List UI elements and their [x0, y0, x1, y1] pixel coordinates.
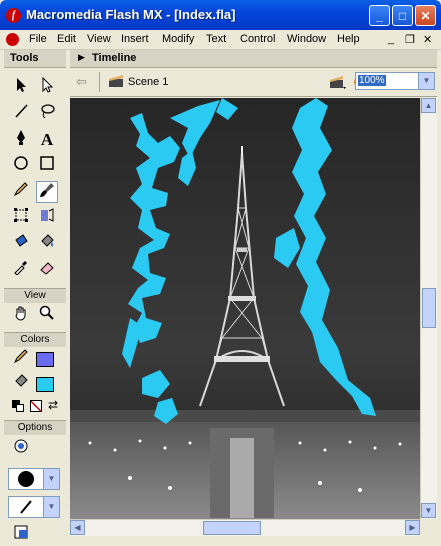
edit-scene-icon[interactable] — [330, 75, 346, 89]
menu-insert[interactable]: Insert — [121, 33, 149, 45]
no-color-icon[interactable] — [30, 400, 42, 412]
fill-color-bucket-icon — [10, 373, 32, 395]
doc-close-button[interactable]: ✕ — [423, 33, 432, 46]
tools-panel-title: Tools — [10, 52, 39, 64]
scroll-right-icon[interactable]: ▶ — [405, 520, 420, 535]
menu-view[interactable]: View — [87, 33, 111, 45]
tools-panel: Tools A View Colors ⇄ Options ▼ ▼ — [4, 50, 66, 542]
menu-window[interactable]: Window — [287, 33, 326, 45]
brush-size-dropdown[interactable]: ▼ — [8, 468, 60, 490]
fill-transform-tool-icon[interactable] — [36, 207, 58, 229]
hand-tool-icon[interactable] — [10, 305, 32, 327]
colors-section-header: Colors — [4, 332, 66, 347]
close-button[interactable]: ✕ — [415, 5, 436, 26]
menu-edit[interactable]: Edit — [57, 33, 76, 45]
doc-minimize-button[interactable]: _ — [388, 33, 394, 45]
ink-bottle-tool-icon[interactable] — [10, 233, 32, 255]
edit-bar: ⇦ Scene 1 100% ▼ — [70, 68, 437, 97]
scroll-corner — [420, 519, 436, 535]
scroll-up-icon[interactable]: ▲ — [421, 98, 436, 113]
chevron-down-icon: ▼ — [418, 73, 434, 89]
zoom-dropdown[interactable]: 100% ▼ — [355, 72, 435, 90]
horizontal-scrollbar[interactable]: ◀ ▶ — [70, 519, 420, 536]
text-tool-icon[interactable]: A — [36, 129, 58, 151]
menu-modify[interactable]: Modify — [162, 33, 194, 45]
brush-mode-icon[interactable] — [10, 438, 32, 460]
menu-bar: File Edit View Insert Modify Text Contro… — [0, 30, 441, 50]
rectangle-tool-icon[interactable] — [36, 155, 58, 177]
stroke-color-swatch[interactable] — [36, 352, 54, 367]
oval-tool-icon[interactable] — [10, 155, 32, 177]
stage-canvas[interactable] — [70, 98, 420, 519]
swap-colors-icon[interactable]: ⇄ — [48, 398, 58, 412]
window-title: Macromedia Flash MX - [Index.fla] — [26, 7, 236, 22]
expand-triangle-icon[interactable]: ▶ — [78, 52, 85, 63]
scene-label[interactable]: Scene 1 — [128, 76, 168, 88]
free-transform-tool-icon[interactable] — [10, 207, 32, 229]
title-bar[interactable]: f Macromedia Flash MX - [Index.fla] _ □ … — [0, 0, 441, 30]
paint-bucket-tool-icon[interactable] — [36, 233, 58, 255]
arrow-tool-icon[interactable] — [10, 77, 32, 99]
stroke-color-pencil-icon — [10, 348, 32, 370]
pencil-tool-icon[interactable] — [10, 181, 32, 203]
menu-text[interactable]: Text — [206, 33, 226, 45]
fill-color-swatch[interactable] — [36, 377, 54, 392]
lock-fill-icon[interactable] — [10, 524, 32, 546]
scene-clapper-icon — [109, 75, 123, 87]
scroll-left-icon[interactable]: ◀ — [70, 520, 85, 535]
menu-help[interactable]: Help — [337, 33, 360, 45]
timeline-title: Timeline — [92, 52, 137, 64]
view-section-header: View — [4, 288, 66, 303]
minimize-button[interactable]: _ — [369, 5, 390, 26]
back-arrow-icon[interactable]: ⇦ — [76, 74, 87, 90]
menu-file[interactable]: File — [29, 33, 47, 45]
vertical-scrollbar[interactable]: ▲ ▼ — [420, 98, 437, 519]
options-section-header: Options — [4, 420, 66, 435]
subselect-tool-icon[interactable] — [36, 76, 58, 99]
document-icon[interactable] — [6, 33, 19, 46]
pen-tool-icon[interactable] — [10, 129, 32, 151]
eyedropper-tool-icon[interactable] — [10, 259, 32, 281]
brush-tool-icon[interactable] — [36, 181, 58, 203]
lasso-tool-icon[interactable] — [36, 103, 58, 125]
menu-control[interactable]: Control — [240, 33, 275, 45]
timeline-header[interactable]: ▶ Timeline — [70, 50, 437, 68]
doc-restore-button[interactable]: ❐ — [405, 33, 415, 46]
eiffel-tower-photo — [70, 98, 420, 519]
eraser-tool-icon[interactable] — [36, 259, 58, 281]
maximize-button[interactable]: □ — [392, 5, 413, 26]
black-white-icon[interactable] — [12, 400, 24, 412]
divider — [99, 72, 100, 92]
scroll-down-icon[interactable]: ▼ — [421, 503, 436, 518]
vertical-scroll-thumb[interactable] — [422, 288, 436, 328]
zoom-value: 100% — [358, 75, 386, 86]
brush-shape-dropdown[interactable]: ▼ — [8, 496, 60, 518]
chevron-down-icon: ▼ — [43, 497, 59, 517]
flash-app-icon[interactable]: f — [6, 8, 21, 23]
chevron-down-icon: ▼ — [43, 469, 59, 489]
line-tool-icon[interactable] — [10, 103, 32, 125]
tools-panel-header[interactable]: Tools — [4, 50, 66, 68]
zoom-tool-icon[interactable] — [36, 305, 58, 327]
horizontal-scroll-thumb[interactable] — [203, 521, 261, 535]
